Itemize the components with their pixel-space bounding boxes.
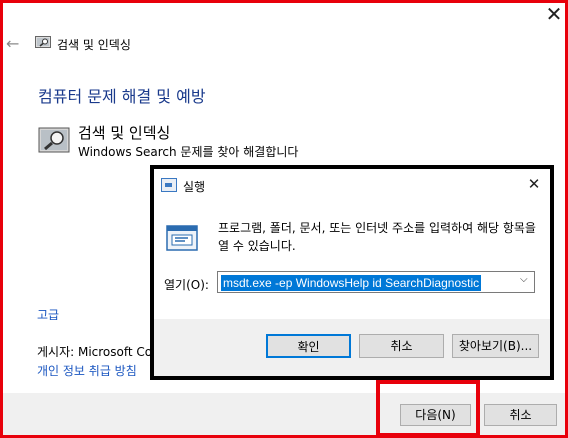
run-icon bbox=[161, 178, 177, 192]
next-button-highlight bbox=[376, 380, 480, 437]
run-close-icon[interactable]: ✕ bbox=[524, 174, 544, 194]
open-input-value[interactable]: msdt.exe -ep WindowsHelp id SearchDiagno… bbox=[221, 275, 482, 291]
publisher-text: 게시자: Microsoft Co bbox=[37, 345, 153, 359]
run-icon bbox=[166, 225, 198, 251]
run-cancel-button[interactable]: 취소 bbox=[359, 334, 444, 358]
back-arrow-icon[interactable]: ← bbox=[6, 34, 19, 53]
browse-button[interactable]: 찾아보기(B)... bbox=[452, 334, 539, 358]
run-description: 프로그램, 폴더, 문서, 또는 인터넷 주소를 입력하여 해당 항목을 열 수… bbox=[218, 221, 536, 253]
open-combobox[interactable]: msdt.exe -ep WindowsHelp id SearchDiagno… bbox=[217, 271, 535, 293]
window-title: 검색 및 인덱싱 bbox=[57, 38, 131, 52]
ok-button[interactable]: 확인 bbox=[266, 334, 351, 358]
cancel-button[interactable]: 취소 bbox=[484, 404, 557, 426]
run-dialog-title: 실행 bbox=[183, 180, 206, 194]
advanced-link[interactable]: 고급 bbox=[37, 306, 59, 323]
search-indexing-icon bbox=[35, 36, 51, 48]
problem-title: 검색 및 인덱싱 bbox=[78, 124, 171, 142]
search-indexing-icon bbox=[38, 127, 70, 153]
dropdown-arrow-icon[interactable]: ⌵ bbox=[520, 274, 528, 285]
window-close-icon[interactable]: ✕ bbox=[540, 2, 568, 28]
privacy-link[interactable]: 개인 정보 취급 방침 bbox=[37, 362, 137, 379]
run-dialog: 실행 ✕ 프로그램, 폴더, 문서, 또는 인터넷 주소를 입력하여 해당 항목… bbox=[150, 165, 554, 380]
problem-description: Windows Search 문제를 찾아 해결합니다 bbox=[78, 145, 299, 159]
page-heading: 컴퓨터 문제 해결 및 예방 bbox=[38, 87, 206, 106]
open-label: 열기(O): bbox=[164, 278, 209, 292]
run-dialog-titlebar[interactable] bbox=[154, 169, 550, 199]
wizard-footer bbox=[3, 393, 565, 435]
